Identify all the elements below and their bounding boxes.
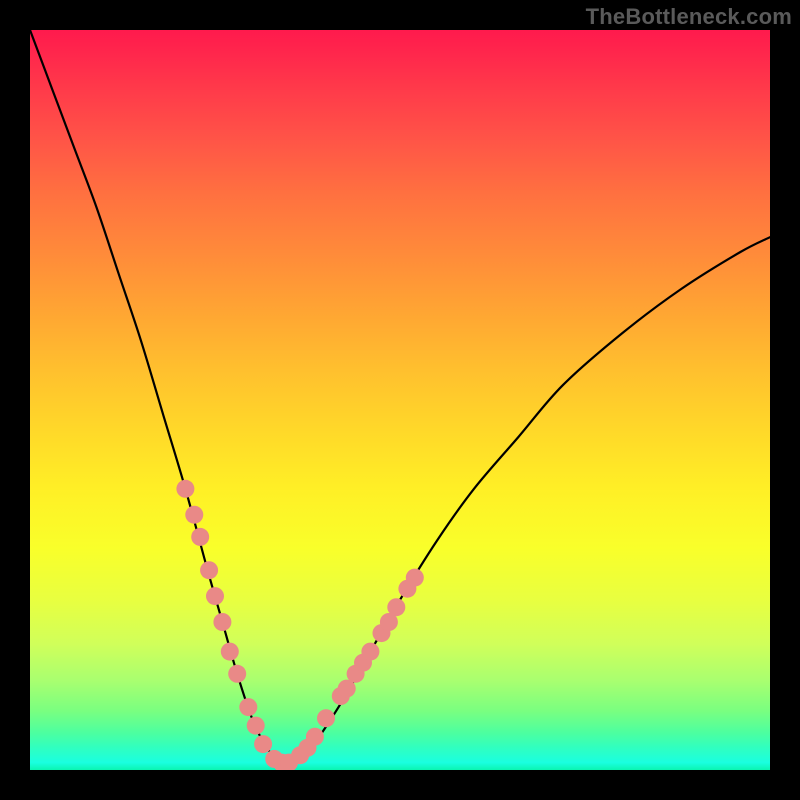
marker-dot <box>239 698 257 716</box>
marker-dot <box>221 643 239 661</box>
marker-dot <box>185 506 203 524</box>
marker-dot <box>191 528 209 546</box>
marker-dot <box>247 717 265 735</box>
marker-dot <box>306 728 324 746</box>
marker-dot <box>361 643 379 661</box>
bottleneck-curve <box>30 30 770 764</box>
marker-dot <box>200 561 218 579</box>
marker-dot <box>206 587 224 605</box>
marker-dot <box>176 480 194 498</box>
marker-dot <box>317 709 335 727</box>
marker-group <box>176 480 423 770</box>
chart-svg <box>30 30 770 770</box>
marker-dot <box>406 569 424 587</box>
chart-frame: TheBottleneck.com <box>0 0 800 800</box>
watermark-text: TheBottleneck.com <box>586 4 792 30</box>
marker-dot <box>228 665 246 683</box>
marker-dot <box>213 613 231 631</box>
marker-dot <box>254 735 272 753</box>
plot-area <box>30 30 770 770</box>
marker-dot <box>387 598 405 616</box>
